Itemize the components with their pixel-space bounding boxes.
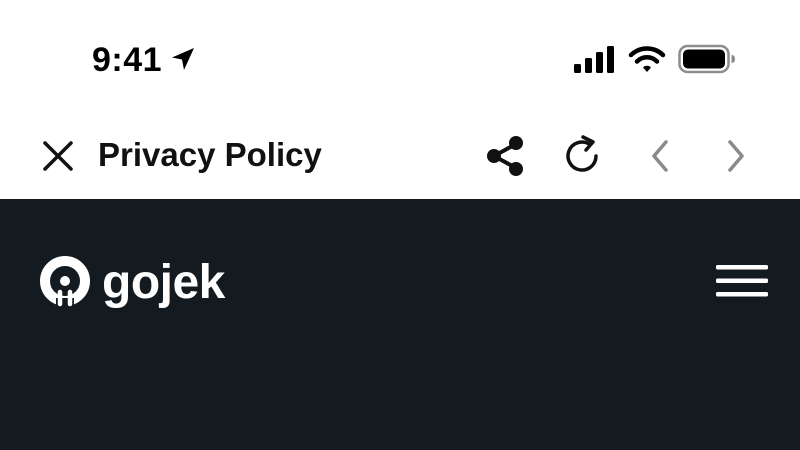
app-screen: 9:41 Privacy Policy gojek: [0, 0, 800, 450]
chevron-right-icon[interactable]: [718, 136, 754, 176]
wifi-icon: [628, 46, 666, 72]
gojek-logo-icon: [40, 256, 90, 310]
location-arrow-icon: [172, 48, 194, 70]
page-title: Privacy Policy: [98, 136, 322, 173]
gojek-logo[interactable]: gojek: [38, 255, 225, 311]
share-icon[interactable]: [484, 134, 528, 178]
reload-icon[interactable]: [558, 132, 606, 180]
brand-name: gojek: [102, 256, 225, 309]
status-bar: 9:41: [0, 0, 800, 118]
web-content: gojek: [0, 199, 800, 450]
status-time: 9:41: [92, 41, 163, 79]
hamburger-menu-icon[interactable]: [714, 259, 770, 303]
battery-icon: [678, 44, 735, 74]
close-icon[interactable]: [38, 136, 78, 176]
chevron-left-icon[interactable]: [642, 136, 678, 176]
browser-toolbar: Privacy Policy: [0, 118, 800, 199]
cellular-signal-icon: [574, 46, 614, 73]
